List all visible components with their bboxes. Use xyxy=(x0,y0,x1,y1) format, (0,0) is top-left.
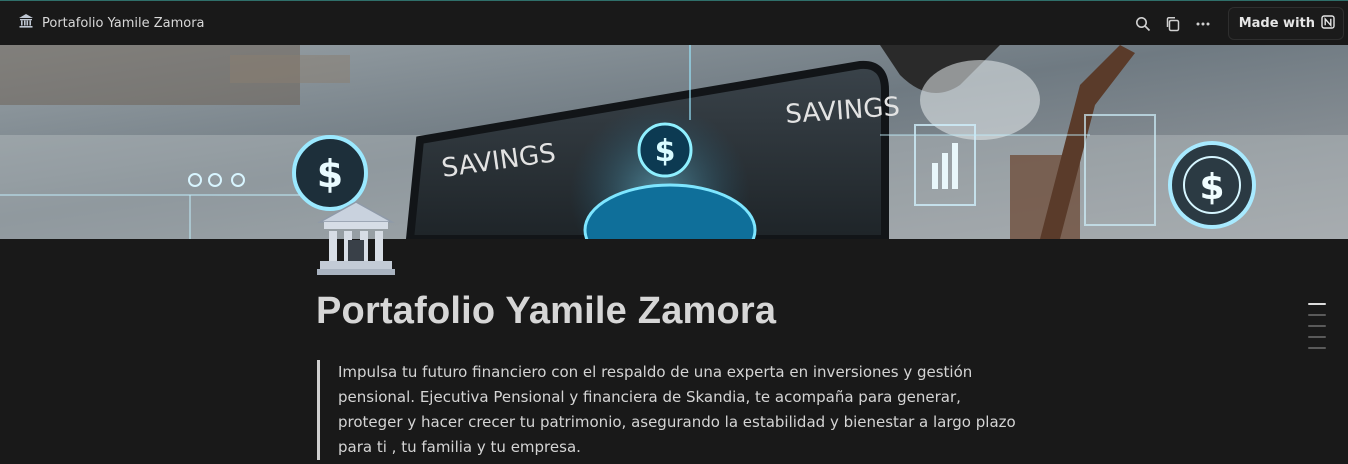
toc-item[interactable] xyxy=(1308,336,1326,338)
notion-logo-icon xyxy=(1321,14,1335,33)
cover-dollar-symbol-left: $ xyxy=(317,152,343,196)
duplicate-icon[interactable] xyxy=(1158,9,1188,39)
cover-dollar-symbol-right: $ xyxy=(1199,167,1224,208)
cover-dollar-symbol: $ xyxy=(655,134,676,169)
quote-text: Impulsa tu futuro financiero con el resp… xyxy=(338,363,1016,456)
made-with-label: Made with xyxy=(1238,16,1315,31)
page-title: Portafolio Yamile Zamora xyxy=(316,290,777,332)
made-with-notion-button[interactable]: Made with xyxy=(1227,7,1344,40)
toc-item[interactable] xyxy=(1308,347,1326,349)
page-icon[interactable] xyxy=(316,198,396,276)
bank-icon xyxy=(316,201,396,280)
cover-image[interactable]: $ $ $ SAVINGS SAVINGS xyxy=(0,45,1348,239)
top-bar: Portafolio Yamile Zamora Made with xyxy=(0,0,1348,45)
table-of-contents[interactable] xyxy=(1308,303,1326,358)
breadcrumb-title: Portafolio Yamile Zamora xyxy=(42,15,205,31)
toc-item[interactable] xyxy=(1308,314,1326,316)
toc-item[interactable] xyxy=(1308,325,1326,327)
search-icon[interactable] xyxy=(1128,9,1158,39)
more-icon[interactable] xyxy=(1188,9,1218,39)
quote-block: Impulsa tu futuro financiero con el resp… xyxy=(317,360,1017,460)
toc-item[interactable] xyxy=(1308,303,1326,305)
breadcrumb[interactable]: Portafolio Yamile Zamora xyxy=(18,11,205,35)
bank-icon xyxy=(18,13,34,33)
